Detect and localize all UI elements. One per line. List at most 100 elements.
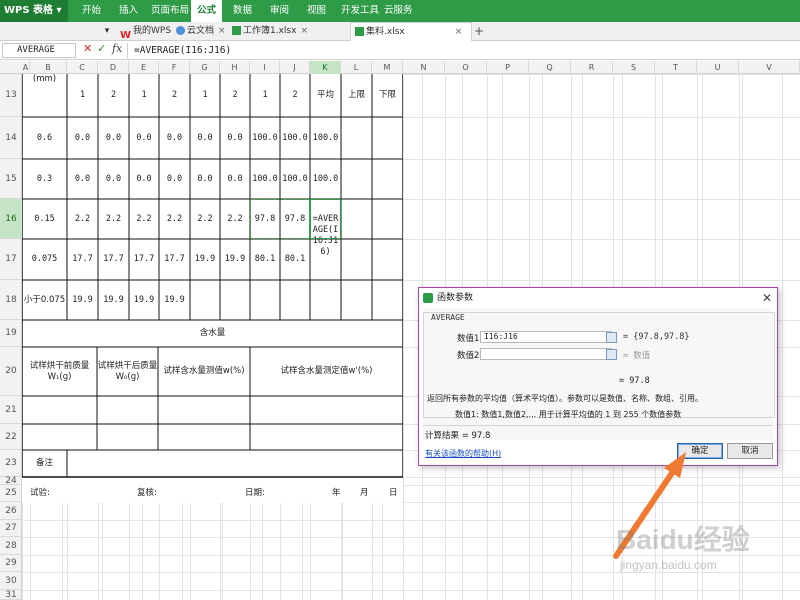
column-header-U[interactable]: U (697, 61, 739, 74)
row-header-26[interactable]: 26 (0, 502, 22, 520)
menu-view[interactable]: 视图 (307, 0, 326, 22)
column-header-A[interactable]: A (22, 61, 30, 74)
cell-header-11[interactable]: 下限 (372, 74, 403, 117)
cell-header-4[interactable]: 2 (159, 74, 190, 117)
column-header-L[interactable]: L (341, 61, 372, 74)
row-header-21[interactable]: 21 (0, 396, 22, 424)
cell-sieve-size[interactable]: 小于0.075 (22, 280, 67, 320)
menu-home[interactable]: 开始 (82, 0, 101, 22)
cell-value[interactable]: 17.7 (159, 239, 190, 280)
cell-value[interactable]: 100.0 (250, 159, 280, 199)
row-header-16[interactable]: 16 (0, 199, 22, 239)
close-icon[interactable]: × (218, 26, 226, 36)
cancel-button[interactable]: 取消 (727, 443, 773, 459)
collapse-dialog-icon[interactable] (606, 349, 617, 360)
cell-value[interactable]: 80.1 (280, 239, 310, 280)
cell-value[interactable]: 19.9 (220, 239, 250, 280)
cell-header-10[interactable]: 上限 (341, 74, 372, 117)
cell-value[interactable]: 80.1 (250, 239, 280, 280)
row-header-29[interactable]: 29 (0, 555, 22, 572)
cell-value[interactable]: 100.0 (280, 117, 310, 159)
column-header-P[interactable]: P (487, 61, 529, 74)
menu-review[interactable]: 审阅 (270, 0, 289, 22)
row-header-24[interactable]: 24 (0, 477, 22, 486)
column-header-R[interactable]: R (571, 61, 613, 74)
cell-value[interactable]: 0.0 (190, 159, 220, 199)
cell-unit-label[interactable]: (mm) (22, 74, 67, 85)
cell-sieve-size[interactable]: 0.075 (22, 239, 67, 280)
cell-value[interactable]: 17.7 (67, 239, 98, 280)
cell-value[interactable]: 0.0 (220, 159, 250, 199)
cell-value[interactable]: 100.0 (310, 117, 341, 159)
column-header-B[interactable]: B (30, 61, 67, 74)
cell-value[interactable]: 0.0 (129, 117, 159, 159)
close-icon[interactable]: ✕ (762, 291, 772, 305)
cell-sieve-size[interactable]: 0.15 (22, 199, 67, 239)
cell-value[interactable]: 100.0 (310, 159, 341, 199)
tab-cloud-docs[interactable]: 云文档 × (172, 22, 230, 41)
cell-header-2[interactable]: 2 (98, 74, 129, 117)
cell-value[interactable]: 19.9 (129, 280, 159, 320)
column-header-I[interactable]: I (250, 61, 280, 74)
column-header-F[interactable]: F (159, 61, 190, 74)
cell-footer[interactable]: 月 (360, 485, 380, 502)
row-header-25[interactable]: 25 (0, 485, 22, 502)
cell-header-6[interactable]: 2 (220, 74, 250, 117)
menu-formulas[interactable]: 公式 (191, 0, 223, 22)
cell-remarks-label[interactable]: 备注 (22, 450, 67, 477)
new-tab-button[interactable]: + (474, 22, 484, 41)
cell-value[interactable]: 17.7 (98, 239, 129, 280)
arg1-input[interactable]: I16:J16 (480, 331, 612, 343)
cell-footer[interactable]: 复核: (137, 485, 177, 502)
cell-value[interactable]: 100.0 (280, 159, 310, 199)
cell-footer[interactable]: 年 (332, 485, 352, 502)
column-header-K[interactable]: K (310, 61, 341, 74)
cell-value[interactable]: 2.2 (159, 199, 190, 239)
row-header-27[interactable]: 27 (0, 520, 22, 537)
cell-value[interactable]: 19.9 (67, 280, 98, 320)
column-header-J[interactable]: J (280, 61, 310, 74)
menu-page-layout[interactable]: 页面布局 (151, 0, 189, 22)
tab-workbook1[interactable]: 工作簿1.xlsx × (228, 22, 312, 41)
cell-header-8[interactable]: 2 (280, 74, 310, 117)
row-header-15[interactable]: 15 (0, 159, 22, 199)
cell-value[interactable]: 19.9 (190, 239, 220, 280)
confirm-formula-icon[interactable]: ✓ (97, 42, 106, 55)
cell-moisture-header[interactable]: 试样烘干前质量W₁(g) (22, 347, 97, 396)
cell-value[interactable]: 0.0 (159, 117, 190, 159)
column-header-D[interactable]: D (98, 61, 129, 74)
row-header-22[interactable]: 22 (0, 424, 22, 450)
column-header-Q[interactable]: Q (529, 61, 571, 74)
cell-sieve-size[interactable]: 0.3 (22, 159, 67, 199)
function-icon[interactable]: fx (112, 42, 122, 55)
cell-header-9[interactable]: 平均 (310, 74, 341, 117)
formula-input[interactable]: =AVERAGE(I16:J16) (127, 43, 798, 58)
cell-value[interactable]: 2.2 (98, 199, 129, 239)
column-header-G[interactable]: G (190, 61, 220, 74)
column-header-H[interactable]: H (220, 61, 250, 74)
cell-header-5[interactable]: 1 (190, 74, 220, 117)
column-header-M[interactable]: M (372, 61, 403, 74)
cell-footer[interactable]: 日期: (245, 485, 285, 502)
cell-moisture-header[interactable]: 试样烘干后质量W₀(g) (97, 347, 158, 396)
cell-sieve-size[interactable]: 0.6 (22, 117, 67, 159)
ok-button[interactable]: 确定 (677, 443, 723, 459)
cell-moisture-header[interactable]: 试样含水量测值w(%) (158, 347, 250, 396)
cell-header-1[interactable]: 1 (67, 74, 98, 117)
cell-value[interactable]: 0.0 (159, 159, 190, 199)
cell-value[interactable]: 17.7 (129, 239, 159, 280)
column-header-N[interactable]: N (403, 61, 445, 74)
name-box[interactable]: AVERAGE (2, 43, 76, 58)
cell-value[interactable]: 19.9 (98, 280, 129, 320)
row-header-30[interactable]: 30 (0, 572, 22, 590)
row-header-23[interactable]: 23 (0, 450, 22, 477)
cell-value[interactable]: 2.2 (190, 199, 220, 239)
row-header-13[interactable]: 13 (0, 74, 22, 117)
cell-footer[interactable]: 试验: (30, 485, 70, 502)
column-header-O[interactable]: O (445, 61, 487, 74)
row-header-17[interactable]: 17 (0, 239, 22, 280)
row-header-20[interactable]: 20 (0, 347, 22, 396)
cell-value[interactable]: 0.0 (190, 117, 220, 159)
cell-value[interactable]: 19.9 (159, 280, 190, 320)
cell-header-3[interactable]: 1 (129, 74, 159, 117)
